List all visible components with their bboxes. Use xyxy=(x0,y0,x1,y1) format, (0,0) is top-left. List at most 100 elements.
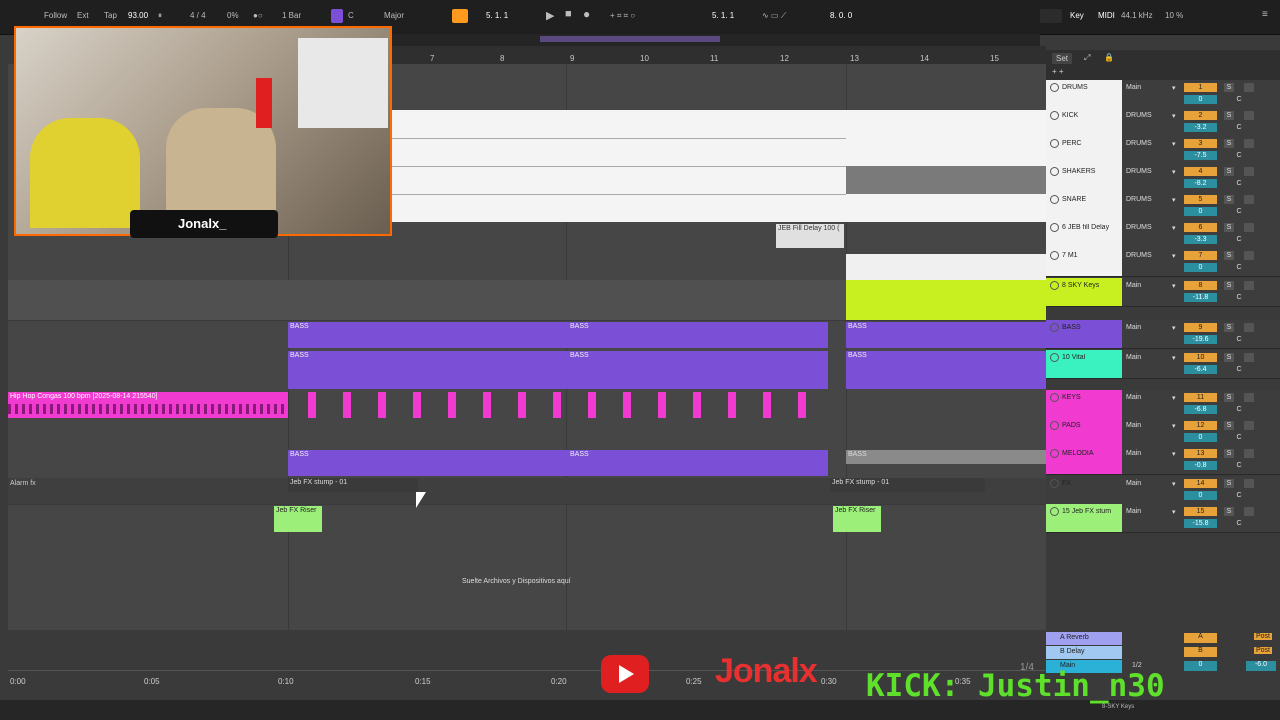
track-name-box[interactable]: BASS xyxy=(1046,320,1122,348)
fold-icon[interactable] xyxy=(1050,421,1059,430)
track-name-box[interactable]: 6 JEB fill Delay xyxy=(1046,220,1122,248)
track-number[interactable]: 9 xyxy=(1184,323,1217,332)
track-name-box[interactable]: 10 Vital xyxy=(1046,350,1122,378)
track-14[interactable]: 15 Jeb FX stum Main ▾ 15 -15.8 S C xyxy=(1046,504,1280,533)
cue-button[interactable]: C xyxy=(1234,365,1244,374)
track-number[interactable]: 12 xyxy=(1184,421,1217,430)
main-volume[interactable]: 0 xyxy=(1184,661,1217,671)
stop-icon[interactable]: ■ xyxy=(565,8,572,20)
quantize-select[interactable]: 1 Bar xyxy=(282,11,301,20)
lock-icon[interactable]: 🔒 xyxy=(1104,53,1114,62)
melodia-clip-2[interactable]: BASS xyxy=(846,450,1046,464)
loop-icons[interactable]: ∿ ▭ ⟋ xyxy=(762,11,786,21)
sky-keys-clip[interactable] xyxy=(846,280,1046,320)
tempo-field[interactable]: 93.00 xyxy=(128,11,148,20)
cue-button[interactable]: C xyxy=(1234,293,1244,302)
loop-start[interactable]: 5. 1. 1 xyxy=(712,11,734,20)
arm-icon[interactable] xyxy=(1244,281,1254,290)
pencil-icon[interactable] xyxy=(1040,9,1062,23)
track-number[interactable]: 1 xyxy=(1184,83,1217,92)
track-name-box[interactable]: 15 Jeb FX stum xyxy=(1046,504,1122,532)
track-name-box[interactable]: KEYS xyxy=(1046,390,1122,418)
nudge-icon[interactable]: ⏸ xyxy=(158,11,162,21)
track-volume[interactable]: 0 xyxy=(1184,491,1217,500)
track-number[interactable]: 5 xyxy=(1184,195,1217,204)
track-name-box[interactable]: SNARE xyxy=(1046,192,1122,220)
track-name-box[interactable]: FX xyxy=(1046,476,1122,504)
arm-icon[interactable] xyxy=(1244,83,1254,92)
track-number[interactable]: 3 xyxy=(1184,139,1217,148)
solo-button[interactable]: S xyxy=(1224,421,1234,430)
cue-button[interactable]: C xyxy=(1234,207,1244,216)
jeb-fill-delay-clip[interactable]: JEB Fill Delay 100 ( xyxy=(776,224,844,248)
track-volume[interactable]: -3.3 xyxy=(1184,235,1217,244)
track-13[interactable]: FX Main ▾ 14 0 S C xyxy=(1046,476,1280,505)
solo-button[interactable]: S xyxy=(1224,393,1234,402)
track-8[interactable]: BASS Main ▾ 9 -19.6 S C xyxy=(1046,320,1280,349)
loop-length[interactable]: 8. 0. 0 xyxy=(830,11,852,20)
track-5[interactable]: 6 JEB fill Delay DRUMS ▾ 6 -3.3 S C xyxy=(1046,220,1280,249)
track-number[interactable]: 11 xyxy=(1184,393,1217,402)
bass-clip-2[interactable]: BASS xyxy=(846,322,1046,348)
solo-button[interactable]: S xyxy=(1224,223,1234,232)
bar-ruler[interactable]: 7 8 9 10 11 12 13 14 15 xyxy=(390,46,1046,65)
jeb-fx-stump-clip-1[interactable]: Jeb FX stump - 01 xyxy=(288,478,418,492)
congas-clip[interactable]: Hip Hop Congas 100 bpm [2025-08-14 21554… xyxy=(8,392,288,418)
key-root[interactable]: C xyxy=(348,11,354,20)
solo-button[interactable]: S xyxy=(1224,111,1234,120)
key-map-button[interactable]: Key xyxy=(1070,11,1084,20)
cue-button[interactable]: C xyxy=(1234,95,1244,104)
arm-icon[interactable] xyxy=(1244,167,1254,176)
arm-icon[interactable] xyxy=(1244,251,1254,260)
record-icon[interactable]: ● xyxy=(583,7,590,21)
vital-clip-1[interactable]: BASS BASS xyxy=(288,351,828,389)
output-routing[interactable]: DRUMS ▾ xyxy=(1126,196,1176,204)
arm-icon[interactable] xyxy=(1244,353,1254,362)
arrangement-position[interactable]: 5. 1. 1 xyxy=(486,11,508,20)
cue-button[interactable]: C xyxy=(1234,335,1244,344)
track-volume[interactable]: -8.2 xyxy=(1184,179,1217,188)
follow-button[interactable]: Follow xyxy=(44,11,67,20)
track-6[interactable]: 7 M1 DRUMS ▾ 7 0 S C xyxy=(1046,248,1280,277)
cue-button[interactable]: C xyxy=(1234,151,1244,160)
solo-button[interactable]: S xyxy=(1224,139,1234,148)
output-routing[interactable]: DRUMS ▾ xyxy=(1126,140,1176,148)
fold-icon[interactable] xyxy=(1050,195,1059,204)
cue-button[interactable]: C xyxy=(1234,123,1244,132)
metronome-icon[interactable]: ●○ xyxy=(253,11,263,20)
return-a-post[interactable]: Post xyxy=(1254,633,1273,640)
cue-button[interactable]: C xyxy=(1234,519,1244,528)
melodia-clip-1[interactable]: BASS BASS xyxy=(288,450,828,476)
track-number[interactable]: 7 xyxy=(1184,251,1217,260)
arm-icon[interactable] xyxy=(1244,449,1254,458)
solo-button[interactable]: S xyxy=(1224,195,1234,204)
track-name-box[interactable]: 8 SKY Keys xyxy=(1046,278,1122,306)
cue-button[interactable]: C xyxy=(1234,179,1244,188)
fold-icon[interactable] xyxy=(1050,281,1059,290)
arm-icon[interactable] xyxy=(1244,479,1254,488)
arm-icon[interactable] xyxy=(1244,139,1254,148)
fold-icon[interactable] xyxy=(1050,139,1059,148)
track-volume[interactable]: -11.8 xyxy=(1184,293,1217,302)
solo-button[interactable]: S xyxy=(1224,251,1234,260)
fold-icon[interactable] xyxy=(1050,167,1059,176)
output-routing[interactable]: Main ▾ xyxy=(1126,422,1176,430)
return-b-post[interactable]: Post xyxy=(1254,647,1273,654)
track-volume[interactable]: -6.8 xyxy=(1184,405,1217,414)
output-routing[interactable]: DRUMS ▾ xyxy=(1126,224,1176,232)
solo-button[interactable]: S xyxy=(1224,167,1234,176)
m1-clip[interactable] xyxy=(846,254,1046,280)
output-routing[interactable]: Main ▾ xyxy=(1126,480,1176,488)
arm-icon[interactable] xyxy=(1244,111,1254,120)
track-name-box[interactable]: PADS xyxy=(1046,418,1122,446)
tap-button[interactable]: Tap xyxy=(104,11,117,20)
track-number[interactable]: 13 xyxy=(1184,449,1217,458)
fold-icon[interactable] xyxy=(1050,251,1059,260)
cue-button[interactable]: C xyxy=(1234,235,1244,244)
track-volume[interactable]: 0 xyxy=(1184,95,1217,104)
solo-button[interactable]: S xyxy=(1224,323,1234,332)
fold-icon[interactable] xyxy=(1050,223,1059,232)
track-2[interactable]: PERC DRUMS ▾ 3 -7.5 S C xyxy=(1046,136,1280,165)
drop-zone-hint[interactable]: Suelte Archivos y Dispositivos aquí xyxy=(462,578,571,585)
solo-button[interactable]: S xyxy=(1224,83,1234,92)
